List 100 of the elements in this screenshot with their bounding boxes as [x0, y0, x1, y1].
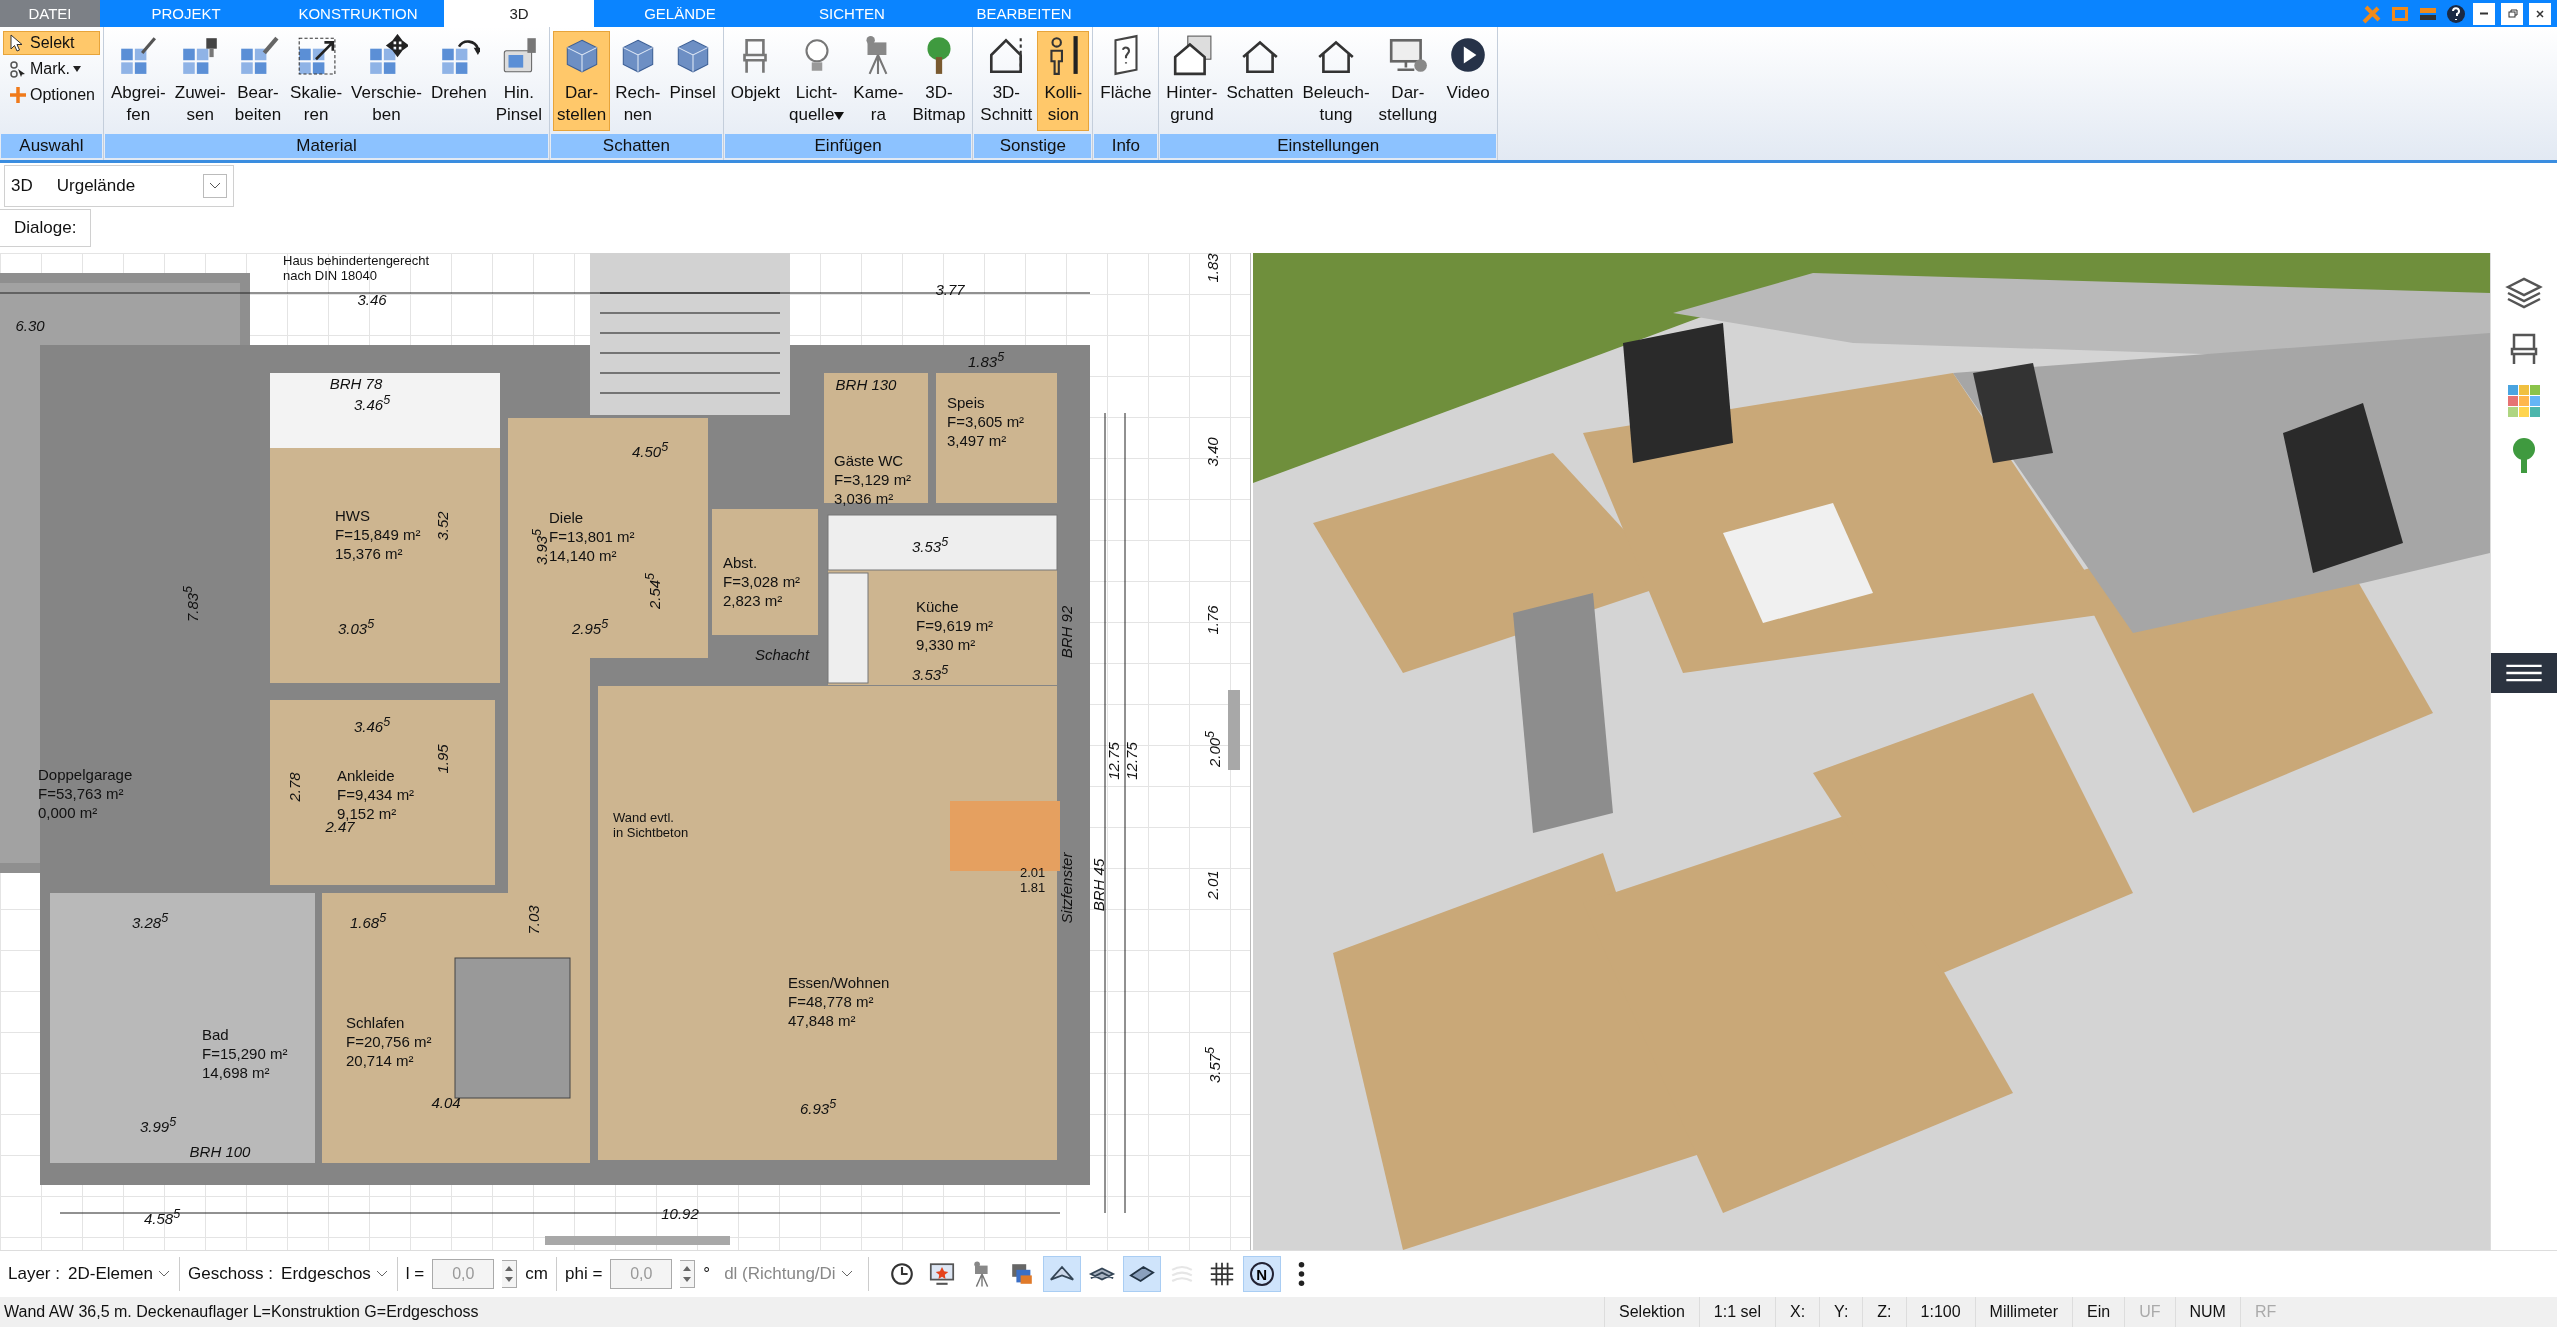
dimension-label: 3.28$^{5}$ — [131, 909, 169, 932]
room-name: HWS — [335, 506, 371, 525]
dimension-label: 2.95$^{5}$ — [571, 615, 609, 638]
plan-note: Haus behindertengerecht nach DIN 18040 — [283, 253, 429, 283]
layer-label: Layer : — [8, 1264, 60, 1284]
dialog-label: Dialoge: — [0, 209, 92, 247]
room-name: Abst. — [723, 553, 759, 572]
ribbon-button[interactable]: Kame- ra — [849, 31, 908, 131]
tool-button[interactable]: Optionen — [3, 83, 100, 107]
menu-button[interactable] — [2491, 653, 2557, 693]
dimension-label: 3.53$^{5}$ — [911, 533, 949, 556]
minimize-icon — [2480, 12, 2488, 15]
ribbon-button[interactable]: 3D- Bitmap — [908, 31, 970, 131]
dimension-label: BRH 130 — [835, 374, 897, 394]
layer-dropdown[interactable]: 2D-Elemen — [68, 1264, 172, 1284]
room-area: F=9,619 m² — [916, 616, 994, 635]
toolbar-button[interactable] — [1042, 1256, 1081, 1292]
angle-label: phi = — [564, 1264, 603, 1284]
room-name: Gäste WC — [834, 451, 905, 470]
dimension-label: 3.77 — [935, 279, 965, 299]
minimize-button[interactable] — [2473, 2, 2495, 25]
ribbon-button[interactable]: Fläche — [1096, 31, 1156, 131]
status-field: Millimeter — [1974, 1297, 2073, 1327]
dimension-label: 12.75 — [1103, 742, 1123, 780]
status-field: NUM — [2174, 1297, 2240, 1327]
ribbon-button[interactable]: Skalie- ren — [286, 31, 347, 131]
ribbon-button[interactable]: Pinsel — [665, 31, 720, 131]
room-area: F=9,434 m² — [337, 785, 415, 804]
room-name: Essen/Wohnen — [788, 973, 890, 992]
dimension-label: 3.40 — [1202, 437, 1222, 467]
unit-label: cm — [525, 1264, 548, 1284]
dimension-label: 2.78 — [284, 772, 304, 802]
scrollbar-thumb[interactable] — [545, 1236, 730, 1245]
ribbon-tab[interactable]: PROJEKT — [100, 0, 272, 27]
ribbon-tab[interactable]: 3D — [444, 0, 594, 27]
spinner-icon[interactable] — [680, 1260, 696, 1288]
room-area: F=20,756 m² — [346, 1032, 432, 1051]
tool-button[interactable]: Selekt — [3, 31, 100, 55]
dimension-label: 6.93$^{5}$ — [799, 1095, 837, 1118]
chevron-icon — [374, 1269, 389, 1279]
ribbon-button[interactable]: Hinter- grund — [1162, 31, 1222, 131]
status-field: X: — [1774, 1297, 1820, 1327]
ribbon-button[interactable]: Beleuch- tung — [1298, 31, 1374, 131]
ribbon-button[interactable]: Dar- stellung — [1374, 31, 1442, 131]
ribbon-button[interactable]: Abgrei- fen — [106, 31, 170, 131]
dimension-label: BRH 45 — [1088, 858, 1108, 912]
room-area: 15,376 m² — [335, 544, 421, 563]
chevron-icon — [209, 181, 222, 190]
room-area: F=15,290 m² — [202, 1044, 288, 1063]
toolbar-button[interactable]: N — [1242, 1256, 1281, 1292]
status-field: Z: — [1862, 1297, 1906, 1327]
scrollbar-thumb[interactable] — [1228, 690, 1240, 770]
dimension-label: 2.01 — [1202, 870, 1222, 900]
ribbon-button[interactable]: Drehen — [426, 31, 491, 131]
chevron-icon — [839, 1269, 854, 1279]
ribbon-button[interactable]: Dar- stellen — [553, 31, 611, 131]
toolbar-button[interactable] — [1122, 1256, 1161, 1292]
ribbon-button[interactable]: Verschie- ben — [347, 31, 426, 131]
room-area: 9,330 m² — [916, 635, 994, 654]
spinner-icon[interactable] — [502, 1260, 518, 1288]
room-area: F=13,801 m² — [549, 527, 635, 546]
ribbon-button[interactable]: Bear- beiten — [230, 31, 286, 131]
ribbon-tab[interactable]: GELÄNDE — [594, 0, 766, 27]
room-area: 3,497 m² — [947, 431, 1025, 450]
help-icon[interactable] — [2445, 2, 2467, 25]
dimension-label: 1.83$^{5}$ — [967, 348, 1005, 371]
dimension-label: 1.83 — [1202, 253, 1222, 283]
restore-button[interactable] — [2501, 2, 2523, 25]
room-name: Schlafen — [346, 1013, 406, 1032]
dimension-label: 3.46$^{5}$ — [353, 391, 391, 414]
ribbon-tab[interactable]: KONSTRUKTION — [272, 0, 444, 27]
ribbon-button[interactable]: Hin. Pinsel — [491, 31, 546, 131]
ribbon-button[interactable]: Video — [1442, 31, 1495, 131]
ribbon-tab[interactable]: SICHTEN — [766, 0, 938, 27]
group-label: Schatten — [551, 134, 722, 158]
ribbon-tab[interactable]: DATEI — [0, 0, 100, 27]
status-field: RF — [2239, 1297, 2291, 1327]
floor-dropdown[interactable]: Erdgeschos — [281, 1264, 389, 1284]
group-label: Einstellungen — [1160, 134, 1497, 158]
dimension-label: BRH 100 — [189, 1141, 251, 1161]
room-area: F=15,849 m² — [335, 525, 421, 544]
room-name: Diele — [549, 508, 585, 527]
room-area: 14,698 m² — [202, 1063, 288, 1082]
ribbon-button[interactable]: Objekt — [726, 31, 784, 131]
group-label: Auswahl — [1, 134, 102, 158]
plus-icon — [8, 85, 28, 105]
ribbon-button[interactable]: Zuwei- sen — [170, 31, 230, 131]
ribbon-tab[interactable]: BEARBEITEN — [938, 0, 1110, 27]
dimension-label: 1.76 — [1202, 605, 1222, 635]
dimension-label: 4.04 — [431, 1092, 461, 1112]
status-field: Y: — [1819, 1297, 1863, 1327]
ribbon-button[interactable]: Rech- nen — [611, 31, 665, 131]
ribbon-button[interactable]: Licht- quelle — [784, 31, 849, 131]
tool-button[interactable]: Mark. — [3, 57, 100, 81]
ribbon-button[interactable]: Schatten — [1222, 31, 1298, 131]
ribbon-button[interactable]: Kolli- sion — [1037, 31, 1090, 131]
close-button[interactable] — [2529, 2, 2551, 25]
room-name: Doppelgarage — [38, 765, 133, 784]
ribbon-button[interactable]: 3D- Schnitt — [976, 31, 1037, 131]
view-selector[interactable]: 3D Urgelände — [4, 164, 235, 207]
